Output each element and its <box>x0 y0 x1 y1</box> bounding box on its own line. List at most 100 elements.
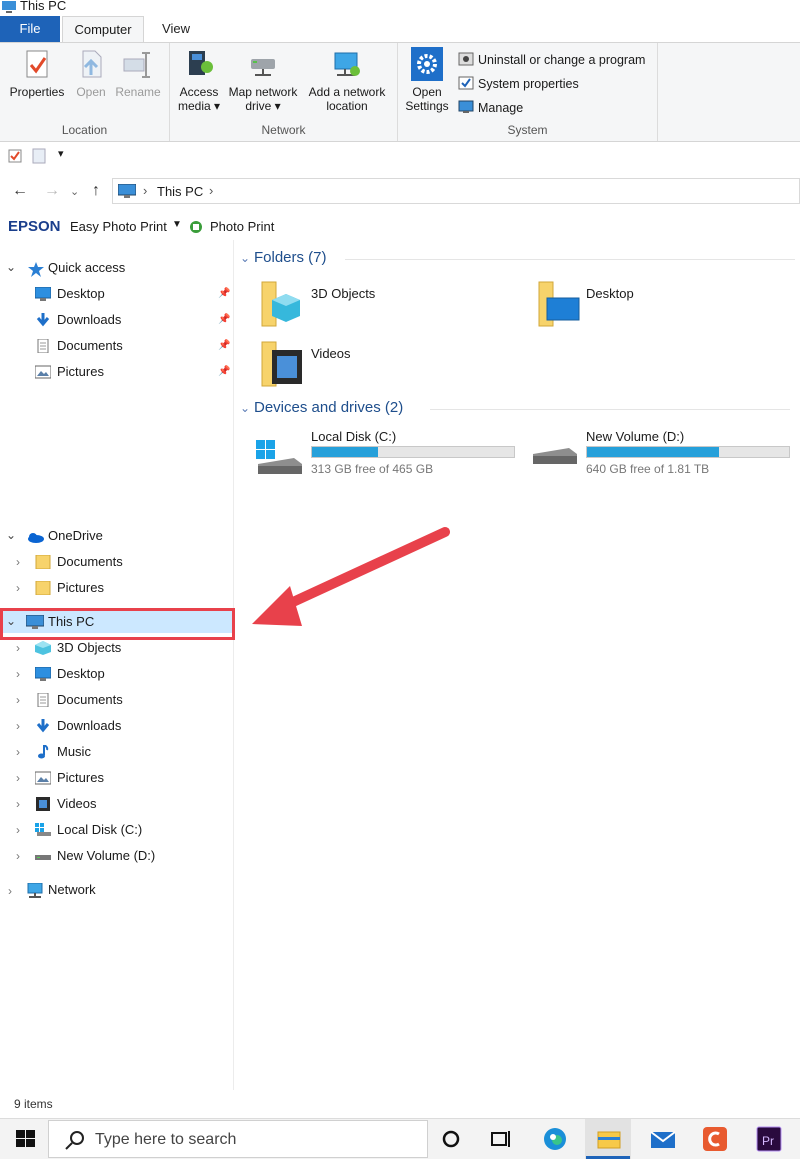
add-network-location-label: Add a network location <box>308 85 386 113</box>
folder-3d-objects[interactable]: 3D Objects <box>258 280 508 336</box>
window-title: This PC <box>20 0 67 13</box>
expand-chevron-icon[interactable]: › <box>16 771 20 785</box>
qat-properties-icon[interactable] <box>8 149 22 163</box>
forward-button[interactable]: → <box>44 182 60 200</box>
collapse-chevron-icon: ⌄ <box>240 401 251 415</box>
properties-button[interactable]: Properties <box>4 47 70 99</box>
breadcrumb-separator: › <box>143 183 148 198</box>
access-media-label: Access media ▾ <box>177 85 221 113</box>
easy-photo-print-button[interactable]: Easy Photo Print <box>70 219 167 234</box>
manage-button[interactable]: Manage <box>458 99 523 117</box>
up-button[interactable]: ↑ <box>92 182 100 200</box>
drive-local-disk-c[interactable]: Local Disk (C:) 313 GB free of 465 GB <box>254 428 519 480</box>
taskbar-search-box[interactable]: Type here to search <box>48 1120 428 1158</box>
nav-qa-documents[interactable]: Documents <box>37 334 123 358</box>
expand-chevron-icon[interactable]: › <box>16 641 20 655</box>
open-button[interactable]: Open <box>72 47 110 99</box>
nav-qa-desktop[interactable]: Desktop <box>35 282 105 306</box>
access-media-button[interactable]: Access media ▾ <box>174 47 224 113</box>
devices-section-header[interactable]: ⌄ Devices and drives (2) <box>240 399 790 416</box>
expand-chevron-icon[interactable]: › <box>16 693 20 707</box>
drive-new-volume-d[interactable]: New Volume (D:) 640 GB free of 1.81 TB <box>529 428 794 480</box>
add-network-location-button[interactable]: Add a network location <box>304 47 390 113</box>
open-label: Open <box>76 85 106 99</box>
qat-customize-chevron-icon[interactable]: ▾ <box>58 147 64 160</box>
expand-chevron-icon[interactable]: › <box>16 797 20 811</box>
nav-pc-documents[interactable]: Documents <box>37 688 123 712</box>
network-expand-chevron-icon[interactable]: › <box>8 884 12 898</box>
expand-chevron-icon[interactable]: › <box>16 745 20 759</box>
mail-icon[interactable] <box>648 1124 678 1154</box>
expand-chevron-icon[interactable]: › <box>16 849 20 863</box>
nav-pc-new-volume[interactable]: New Volume (D:) <box>35 844 155 868</box>
onedrive-expand-chevron-icon[interactable]: ⌄ <box>6 528 16 542</box>
task-view-icon[interactable] <box>486 1124 516 1154</box>
uninstall-program-button[interactable]: Uninstall or change a program <box>458 51 645 69</box>
ribbon-tabs: File Computer View <box>0 16 800 42</box>
nav-qa-pictures[interactable]: Pictures <box>35 360 104 384</box>
epson-brand: EPSON <box>8 218 61 235</box>
this-pc-expand-chevron-icon[interactable]: ⌄ <box>6 614 16 628</box>
folder-icon <box>35 555 51 569</box>
drive-d-label: New Volume (D:) <box>586 429 685 444</box>
photo-print-button[interactable]: Photo Print <box>210 219 274 234</box>
tab-file[interactable]: File <box>0 16 60 42</box>
pin-icon[interactable]: 📌 <box>218 340 230 351</box>
nav-onedrive-documents[interactable]: Documents <box>35 550 123 574</box>
open-settings-button[interactable]: Open Settings <box>402 47 452 113</box>
nav-pc-desktop[interactable]: Desktop <box>35 662 105 686</box>
recent-locations-chevron-icon[interactable]: ⌄ <box>70 185 79 198</box>
pin-icon[interactable]: 📌 <box>218 366 230 377</box>
expand-chevron-icon[interactable]: › <box>16 823 20 837</box>
nav-quick-access[interactable]: Quick access <box>48 256 125 280</box>
cortana-icon[interactable] <box>436 1124 466 1154</box>
nav-pc-music[interactable]: Music <box>38 740 91 764</box>
expand-chevron-icon[interactable]: › <box>16 555 20 569</box>
edge-browser-icon[interactable] <box>540 1124 570 1154</box>
drive-d-usage-bar <box>586 446 790 458</box>
breadcrumb-this-pc[interactable]: This PC <box>157 184 203 199</box>
windows-start-icon[interactable] <box>16 1130 36 1148</box>
address-bar[interactable]: › This PC › <box>112 178 800 204</box>
drive-d-usage-fill <box>587 447 720 457</box>
expand-chevron-icon[interactable]: › <box>16 667 20 681</box>
tab-view[interactable]: View <box>146 16 206 42</box>
easy-photo-print-dropdown-icon[interactable]: ▼ <box>172 219 182 230</box>
svg-text:Pr: Pr <box>762 1134 774 1148</box>
nav-qa-downloads[interactable]: Downloads <box>36 308 121 332</box>
windows-drive-icon <box>256 440 302 474</box>
settings-gear-icon <box>411 47 443 81</box>
back-button[interactable]: ← <box>12 182 28 200</box>
file-explorer-icon[interactable] <box>594 1124 624 1154</box>
map-network-drive-label: Map network drive ▾ <box>228 85 298 113</box>
manage-icon <box>458 100 474 113</box>
expand-chevron-icon[interactable]: › <box>16 581 20 595</box>
nav-onedrive-pictures[interactable]: Pictures <box>35 576 104 600</box>
star-icon <box>28 262 44 277</box>
qat-new-folder-icon[interactable] <box>32 148 46 164</box>
folders-section-header[interactable]: ⌄ Folders (7) <box>240 249 795 266</box>
nav-pc-pictures[interactable]: Pictures <box>35 766 104 790</box>
rename-button[interactable]: Rename <box>112 47 164 99</box>
system-properties-button[interactable]: System properties <box>458 75 579 93</box>
premiere-pro-icon[interactable]: Pr <box>754 1124 784 1154</box>
nav-pc-3d-objects[interactable]: 3D Objects <box>35 636 121 660</box>
nav-onedrive[interactable]: OneDrive <box>48 524 103 548</box>
nav-this-pc[interactable]: This PC <box>48 610 94 634</box>
folder-desktop[interactable]: Desktop <box>535 280 785 336</box>
network-group: Access media ▾ Map network drive ▾ Add a n… <box>170 43 398 141</box>
folder-videos[interactable]: Videos <box>258 340 508 396</box>
nav-pc-videos[interactable]: Videos <box>36 792 97 816</box>
quick-access-expand-chevron-icon[interactable]: ⌄ <box>6 260 16 274</box>
tab-computer[interactable]: Computer <box>62 16 144 42</box>
document-icon <box>37 339 49 353</box>
nav-network[interactable]: Network <box>48 878 96 902</box>
map-network-drive-button[interactable]: Map network drive ▾ <box>224 47 302 113</box>
pin-icon[interactable]: 📌 <box>218 314 230 325</box>
drive-icon <box>533 448 577 464</box>
nav-pc-downloads[interactable]: Downloads <box>36 714 121 738</box>
camtasia-icon[interactable] <box>700 1124 730 1154</box>
pin-icon[interactable]: 📌 <box>218 288 230 299</box>
nav-pc-local-disk[interactable]: Local Disk (C:) <box>35 818 142 842</box>
expand-chevron-icon[interactable]: › <box>16 719 20 733</box>
